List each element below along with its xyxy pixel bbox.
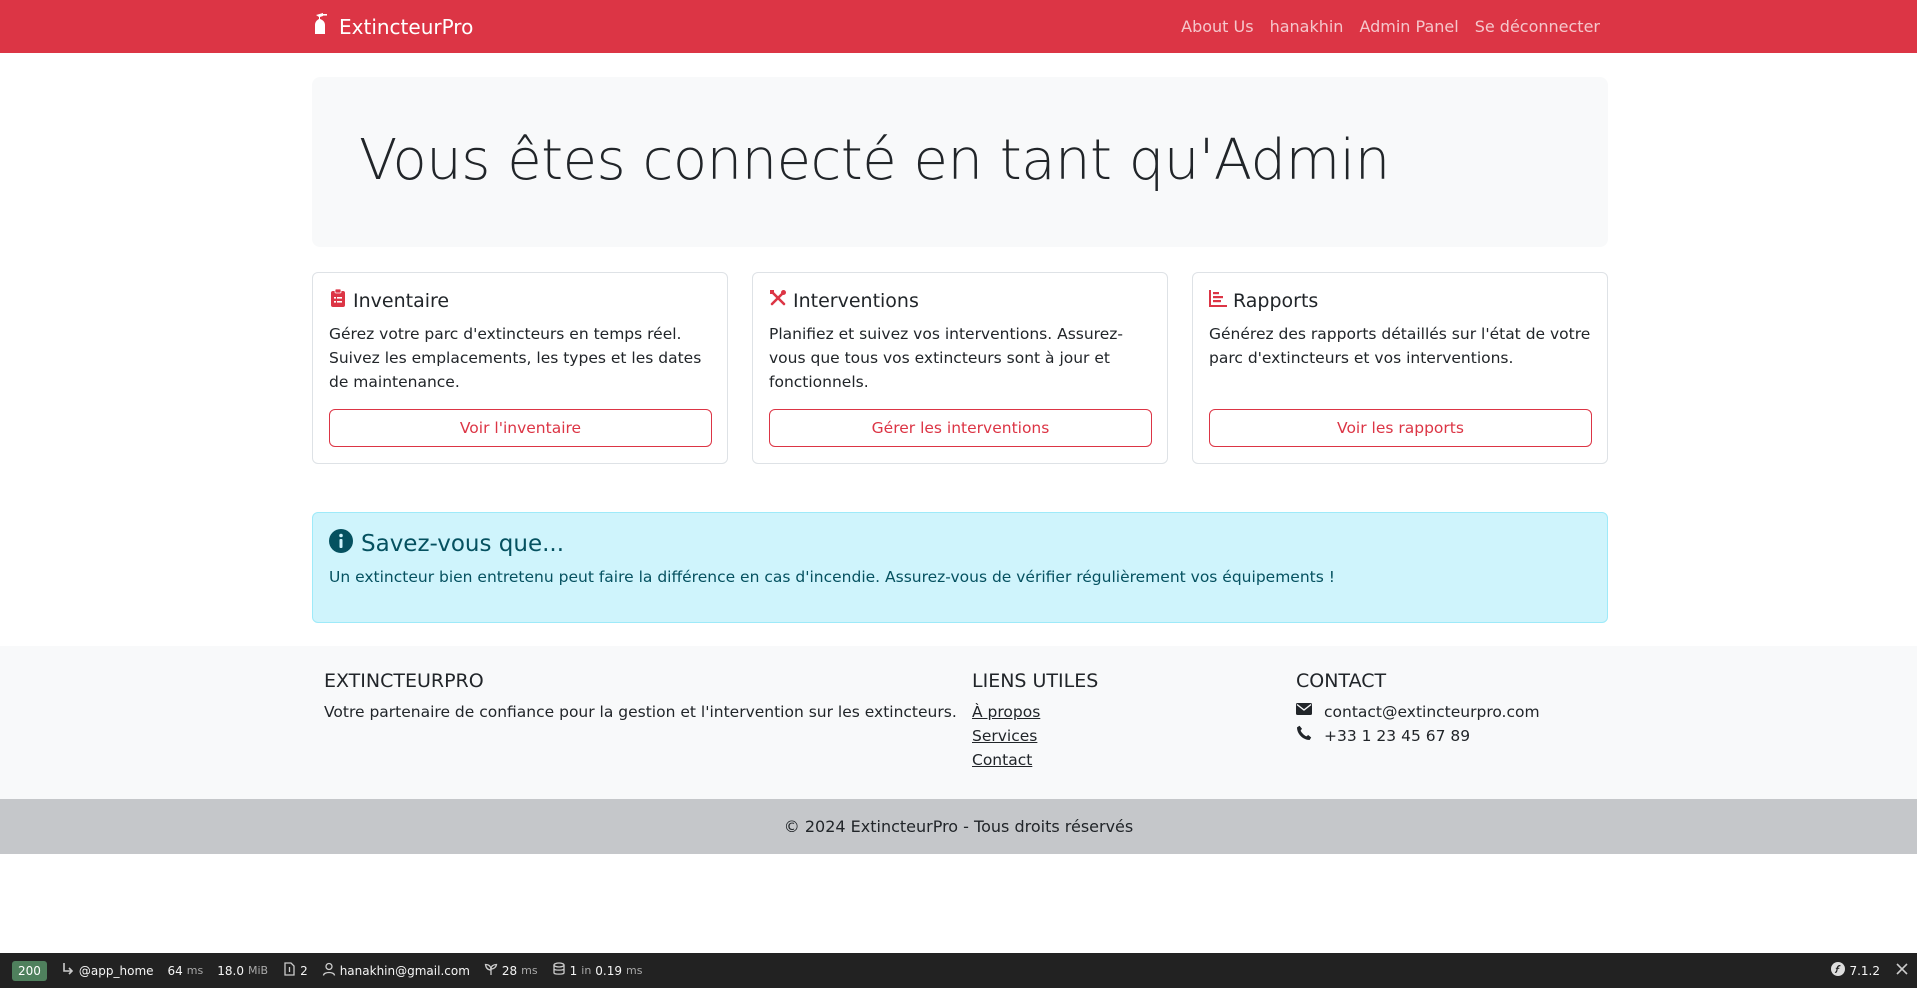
contact-email[interactable]: contact@extincteurpro.com bbox=[1324, 700, 1540, 724]
card-title-text: Interventions bbox=[793, 289, 919, 312]
close-icon bbox=[1896, 963, 1908, 978]
card-inventory: Inventaire Gérez votre parc d'extincteur… bbox=[312, 272, 728, 464]
page-title: Vous êtes connecté en tant qu'Admin bbox=[359, 128, 1390, 193]
card-reports: Rapports Générez des rapports détaillés … bbox=[1192, 272, 1608, 464]
status-badge: 200 bbox=[12, 960, 47, 981]
symfony-version: 7.1.2 bbox=[1849, 963, 1880, 978]
footer-links: LIENS UTILES À propos Services Contact bbox=[972, 670, 1098, 772]
db-time-unit: ms bbox=[626, 964, 643, 977]
contact-phone[interactable]: +33 1 23 45 67 89 bbox=[1324, 724, 1470, 748]
card-title-text: Inventaire bbox=[353, 289, 450, 312]
footer-contact-heading: CONTACT bbox=[1296, 670, 1387, 692]
tools-icon bbox=[769, 289, 787, 312]
chart-bar-icon bbox=[1209, 289, 1227, 312]
toolbar-close-button[interactable] bbox=[1887, 953, 1917, 988]
phone-icon bbox=[1296, 724, 1312, 748]
navbar: ExtincteurPro About Us hanakhin Admin Pa… bbox=[0, 0, 1917, 53]
render-value: 28 bbox=[501, 963, 518, 978]
alert-text: Un extincteur bien entretenu peut faire … bbox=[329, 568, 1335, 586]
db-time-value: 0.19 bbox=[595, 963, 623, 978]
card-interventions: Interventions Planifiez et suivez vos in… bbox=[752, 272, 1168, 464]
manage-interventions-button[interactable]: Gérer les interventions bbox=[769, 409, 1152, 447]
database-icon bbox=[552, 962, 566, 979]
fire-extinguisher-icon bbox=[311, 13, 331, 40]
card-description: Générez des rapports détaillés sur l'éta… bbox=[1209, 325, 1591, 367]
toolbar-symfony-version[interactable]: 7.1.2 bbox=[1824, 953, 1887, 988]
card-title-text: Rapports bbox=[1233, 289, 1319, 312]
render-unit: ms bbox=[521, 964, 538, 977]
toolbar-memory[interactable]: 18.0 MiB bbox=[210, 953, 275, 988]
route-name: @app_home bbox=[78, 963, 154, 978]
time-value: 64 bbox=[167, 963, 183, 978]
footer-about-text: Votre partenaire de confiance pour la ge… bbox=[324, 703, 957, 721]
envelope-icon bbox=[1296, 700, 1312, 724]
toolbar-route[interactable]: @app_home bbox=[54, 953, 161, 988]
card-title: Rapports bbox=[1209, 289, 1318, 312]
card-description: Planifiez et suivez vos interventions. A… bbox=[769, 325, 1123, 391]
toolbar-right: 7.1.2 bbox=[1824, 953, 1917, 988]
footer-about: EXTINCTEURPRO Votre partenaire de confia… bbox=[324, 670, 957, 724]
db-in-label: in bbox=[581, 964, 592, 977]
brand-name: ExtincteurPro bbox=[339, 14, 474, 39]
nav-link-username[interactable]: hanakhin bbox=[1270, 17, 1344, 36]
toolbar-status[interactable]: 200 bbox=[0, 953, 54, 988]
alert-title: Savez-vous que... bbox=[329, 529, 564, 559]
symfony-logo-icon bbox=[1831, 962, 1846, 979]
toolbar-user[interactable]: hanakhin@gmail.com bbox=[315, 953, 477, 988]
nav-link-admin-panel[interactable]: Admin Panel bbox=[1359, 17, 1458, 36]
memory-value: 18.0 bbox=[217, 963, 244, 978]
nav-link-logout[interactable]: Se déconnecter bbox=[1475, 17, 1600, 36]
twig-leaf-icon bbox=[484, 962, 498, 979]
card-description: Gérez votre parc d'extincteurs en temps … bbox=[329, 325, 702, 391]
view-reports-button[interactable]: Voir les rapports bbox=[1209, 409, 1592, 447]
info-alert: Savez-vous que... Un extincteur bien ent… bbox=[312, 512, 1608, 623]
view-inventory-button[interactable]: Voir l'inventaire bbox=[329, 409, 712, 447]
user-icon bbox=[322, 962, 336, 979]
copyright-bar: © 2024 ExtincteurPro - Tous droits réser… bbox=[0, 799, 1917, 854]
contact-phone-row: +33 1 23 45 67 89 bbox=[1296, 724, 1540, 748]
alert-title-text: Savez-vous que... bbox=[361, 531, 565, 557]
toolbar-render[interactable]: 28 ms bbox=[477, 953, 545, 988]
brand-link[interactable]: ExtincteurPro bbox=[311, 0, 473, 53]
footer: EXTINCTEURPRO Votre partenaire de confia… bbox=[0, 646, 1917, 799]
footer-contact: CONTACT contact@extincteurpro.com +33 1 … bbox=[1296, 670, 1540, 748]
toolbar-time[interactable]: 64 ms bbox=[161, 953, 211, 988]
card-title: Interventions bbox=[769, 289, 919, 312]
info-circle-icon bbox=[329, 529, 353, 559]
toolbar-forms[interactable]: 2 bbox=[275, 953, 315, 988]
route-arrow-icon bbox=[61, 962, 75, 979]
welcome-banner: Vous êtes connecté en tant qu'Admin bbox=[312, 77, 1608, 247]
footer-link-contact[interactable]: Contact bbox=[972, 748, 1098, 772]
copyright-text: © 2024 ExtincteurPro - Tous droits réser… bbox=[783, 817, 1134, 836]
contact-email-row: contact@extincteurpro.com bbox=[1296, 700, 1540, 724]
toolbar-database[interactable]: 1 in 0.19 ms bbox=[545, 953, 650, 988]
nav-link-about[interactable]: About Us bbox=[1181, 17, 1253, 36]
card-title: Inventaire bbox=[329, 288, 450, 312]
footer-about-heading: EXTINCTEURPRO bbox=[324, 670, 484, 692]
nav-links: About Us hanakhin Admin Panel Se déconne… bbox=[1181, 0, 1600, 53]
footer-link-about[interactable]: À propos bbox=[972, 700, 1098, 724]
clipboard-list-icon bbox=[329, 288, 347, 312]
memory-unit: MiB bbox=[247, 964, 269, 977]
forms-count: 2 bbox=[300, 963, 308, 978]
form-document-icon bbox=[282, 962, 296, 979]
time-unit: ms bbox=[186, 964, 204, 977]
user-email: hanakhin@gmail.com bbox=[339, 963, 470, 978]
debug-toolbar: 200 @app_home 64 ms 18.0 MiB 2 hanakhin@… bbox=[0, 953, 1917, 988]
footer-link-services[interactable]: Services bbox=[972, 724, 1098, 748]
footer-links-heading: LIENS UTILES bbox=[972, 670, 1099, 692]
db-query-count: 1 bbox=[569, 963, 578, 978]
